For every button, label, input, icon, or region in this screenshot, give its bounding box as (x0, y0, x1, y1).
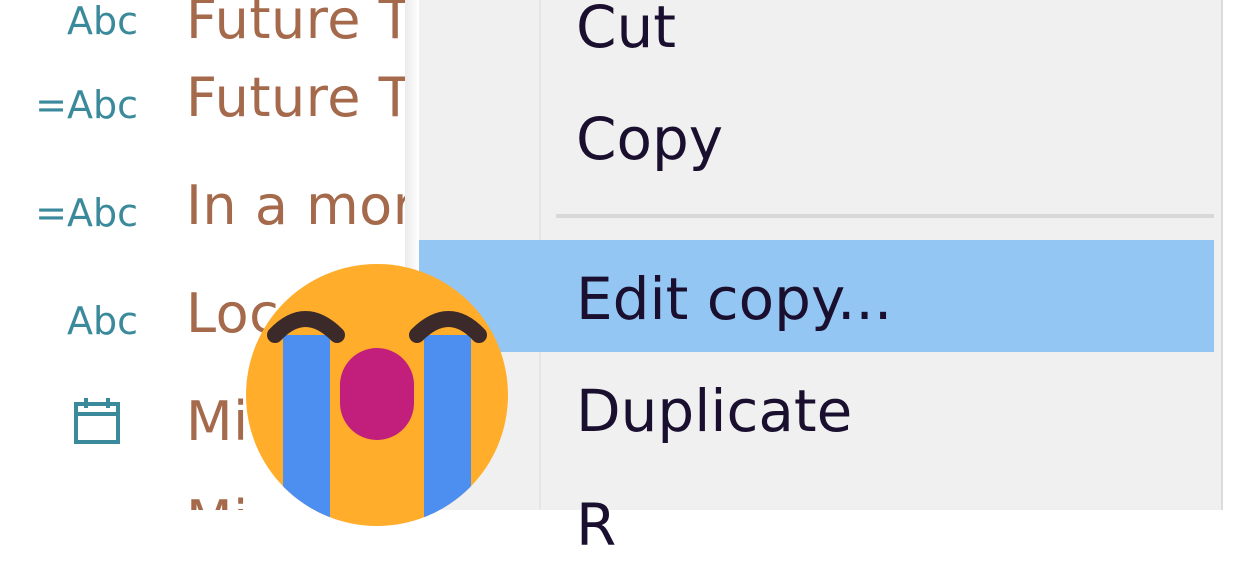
formula-text-type-icon: =Abc (35, 191, 138, 235)
menu-item-duplicate[interactable]: Duplicate (419, 356, 1214, 468)
field-name: Future T (186, 66, 405, 129)
menu-item-label: Duplicate (576, 377, 853, 445)
field-name: Future T (186, 0, 405, 51)
menu-item-label: Edit copy... (576, 265, 893, 333)
menu-item-copy[interactable]: Copy (419, 86, 1214, 198)
loudly-crying-face-icon (246, 264, 508, 526)
calendar-icon (74, 398, 120, 444)
list-item[interactable]: Abc Future T (0, 0, 405, 60)
list-item[interactable]: =Abc Future T (0, 62, 405, 162)
menu-item-label: Copy (576, 105, 724, 173)
menu-item-label: Cut (576, 0, 676, 61)
field-name: Mi (186, 494, 249, 511)
text-type-icon: Abc (66, 299, 138, 343)
text-type-icon: Abc (66, 0, 138, 43)
context-menu: Cut Copy Edit copy... Duplicate R (419, 0, 1221, 554)
menu-item-cut[interactable]: Cut (419, 0, 1214, 82)
field-name: Mi (186, 390, 249, 453)
formula-text-type-icon: =Abc (35, 83, 138, 127)
list-item[interactable]: =Abc In a mor (0, 170, 405, 270)
menu-item-label: R (576, 491, 617, 559)
field-name: In a mor (186, 174, 405, 237)
menu-item-partial[interactable]: R (419, 470, 1214, 582)
window-border (1221, 0, 1223, 510)
menu-item-edit-copy[interactable]: Edit copy... (419, 240, 1214, 352)
menu-separator (556, 214, 1214, 218)
